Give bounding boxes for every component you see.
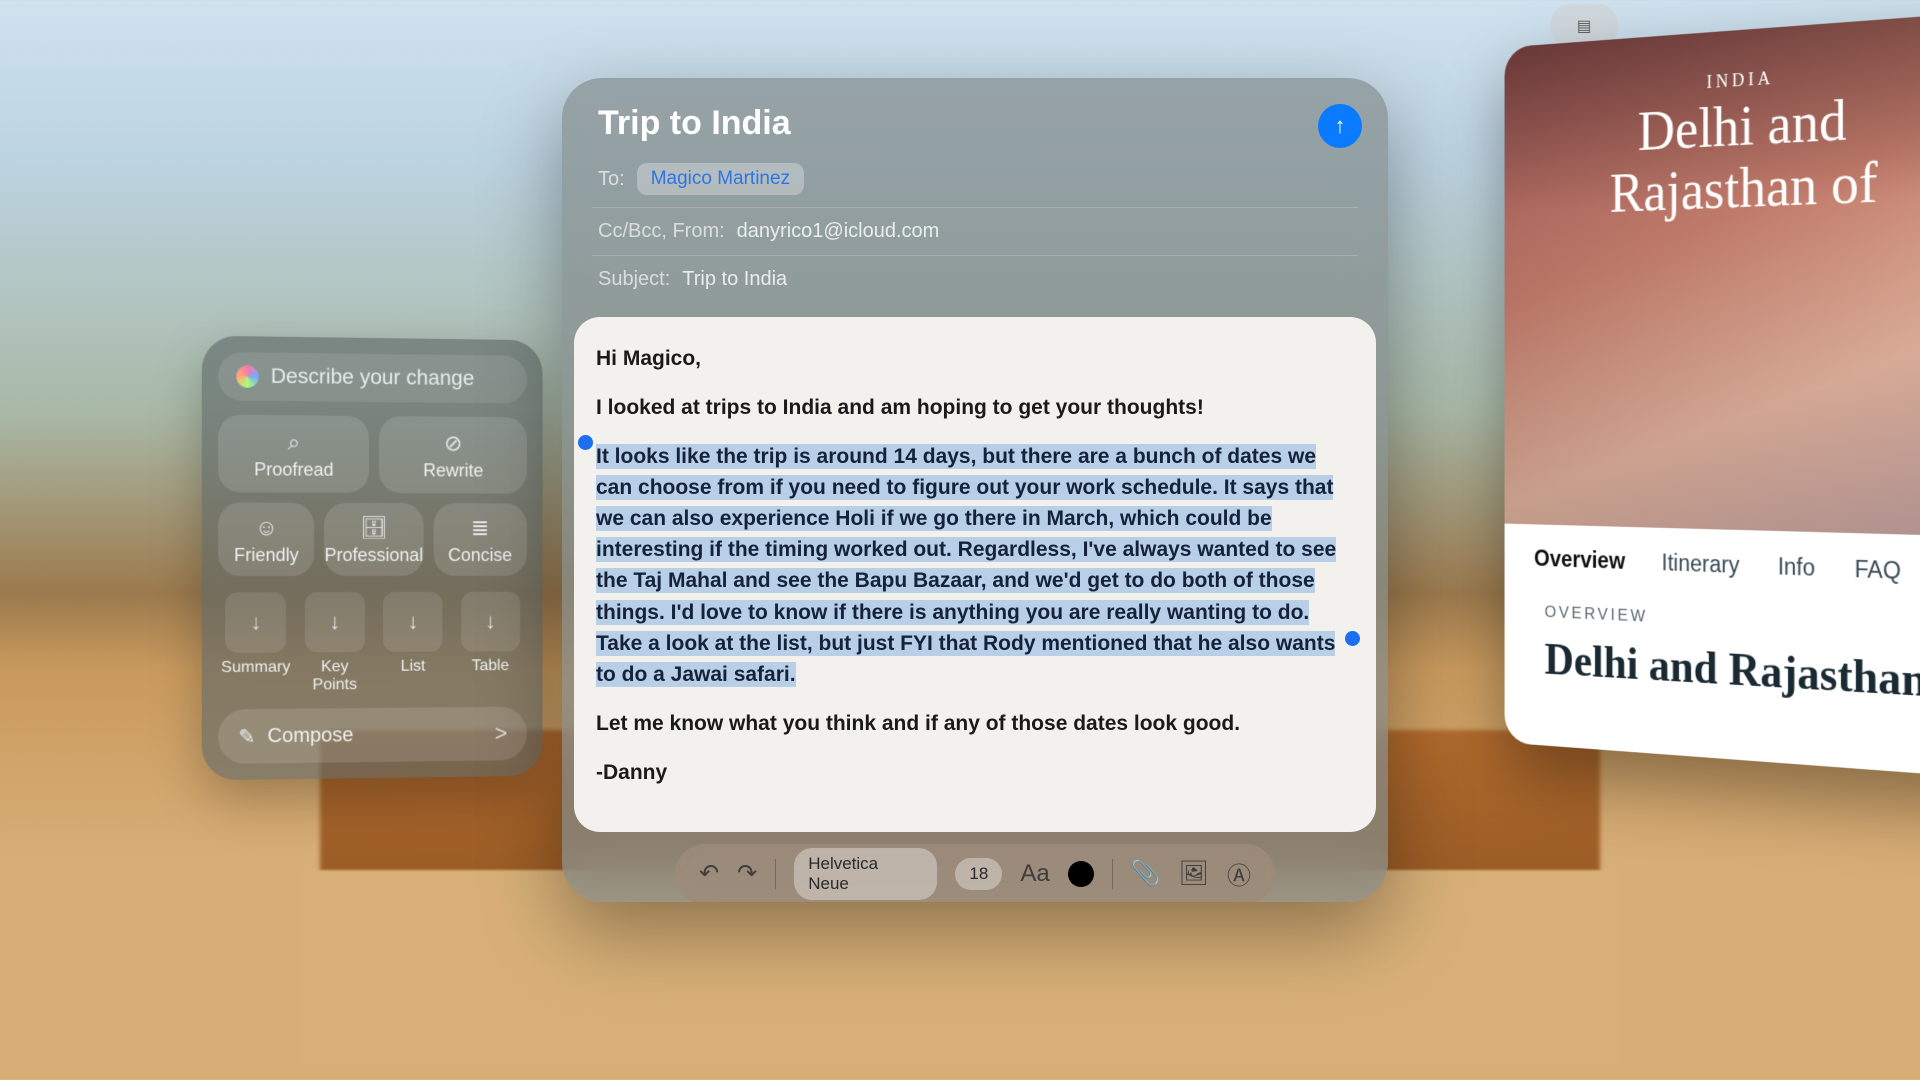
chevron-right-icon: >	[495, 721, 508, 747]
tab-faq[interactable]: FAQ	[1855, 556, 1901, 585]
subject-label: Subject:	[598, 268, 670, 291]
concise-button[interactable]: ≣ Concise	[433, 503, 527, 576]
tab-info[interactable]: Info	[1778, 553, 1815, 582]
mail-compose-window: Trip to India ↑ To: Magico Martinez Cc/B…	[562, 78, 1388, 902]
font-picker[interactable]: Helvetica Neue	[794, 848, 937, 900]
summary-button[interactable]: ↓ Summary	[220, 592, 291, 695]
to-label: To:	[598, 168, 625, 191]
color-swatch[interactable]	[1068, 861, 1094, 887]
describe-placeholder: Describe your change	[271, 365, 475, 391]
tab-overview[interactable]: Overview	[1534, 545, 1625, 574]
selection-handle-start[interactable]	[578, 435, 593, 450]
arrow-down-icon: ↓	[329, 609, 340, 635]
subject-value: Trip to India	[682, 268, 787, 291]
smile-icon: ☺	[218, 515, 314, 541]
arrow-down-icon: ↓	[408, 609, 419, 635]
arrow-down-icon: ↓	[250, 609, 261, 635]
redo-button[interactable]: ↷	[737, 859, 757, 888]
friendly-button[interactable]: ☺ Friendly	[218, 502, 314, 576]
font-size-picker[interactable]: 18	[955, 858, 1002, 890]
describe-change-input[interactable]: Describe your change	[218, 352, 527, 403]
browser-window: INDIA Delhi and Rajasthan of Overview It…	[1505, 11, 1920, 780]
format-toolbar: ↶ ↷ Helvetica Neue 18 Aa 📎 🖼 Ⓐ	[675, 844, 1275, 902]
body-signature: -Danny	[596, 757, 1354, 788]
tab-itinerary[interactable]: Itinerary	[1662, 550, 1740, 579]
intelligence-icon	[236, 365, 258, 387]
hero-title: Delhi and Rajasthan of	[1538, 84, 1920, 228]
attach-button[interactable]: 📎	[1131, 859, 1161, 888]
from-value: danyrico1@icloud.com	[737, 220, 940, 243]
pencil-icon: ✎	[238, 724, 255, 749]
send-button[interactable]: ↑	[1318, 104, 1362, 148]
arrow-down-icon: ↓	[485, 609, 496, 635]
body-greeting: Hi Magico,	[596, 343, 1354, 374]
body-p1: I looked at trips to India and am hoping…	[596, 392, 1354, 423]
writing-tools-panel: Describe your change ⌕ Proofread ⊘ Rewri…	[202, 336, 543, 781]
proofread-button[interactable]: ⌕ Proofread	[218, 415, 369, 493]
body-p2-selected: It looks like the trip is around 14 days…	[596, 444, 1336, 687]
compose-button[interactable]: ✎ Compose >	[218, 707, 527, 764]
subject-row[interactable]: Subject: Trip to India	[562, 256, 1388, 303]
markup-button[interactable]: Ⓐ	[1227, 856, 1251, 891]
mail-title: Trip to India	[598, 104, 1352, 143]
article-title: Delhi and Rajasthan	[1545, 633, 1920, 709]
insert-image-button[interactable]: 🖼	[1179, 859, 1209, 888]
briefcase-icon: 🗄	[325, 515, 424, 541]
selection-handle-end[interactable]	[1345, 631, 1360, 646]
cc-from-row[interactable]: Cc/Bcc, From: danyrico1@icloud.com	[562, 208, 1388, 255]
arrow-up-icon: ↑	[1335, 113, 1346, 139]
table-button[interactable]: ↓ Table	[456, 592, 525, 694]
to-row[interactable]: To: Magico Martinez	[562, 151, 1388, 207]
article-hero: INDIA Delhi and Rajasthan of	[1505, 11, 1920, 537]
keypoints-button[interactable]: ↓ Key Points	[299, 592, 370, 695]
text-style-button[interactable]: Aa	[1020, 860, 1049, 888]
concise-icon: ≣	[433, 515, 527, 541]
article-body: OVERVIEW Delhi and Rajasthan	[1505, 591, 1920, 754]
undo-button[interactable]: ↶	[699, 859, 719, 888]
body-p3: Let me know what you think and if any of…	[596, 708, 1354, 739]
list-button[interactable]: ↓ List	[378, 592, 448, 694]
magnify-icon: ⌕	[218, 429, 369, 456]
professional-button[interactable]: 🗄 Professional	[325, 503, 424, 576]
recipient-chip[interactable]: Magico Martinez	[637, 163, 804, 195]
sidebar-icon: ▤	[1577, 16, 1591, 36]
rewrite-button[interactable]: ⊘ Rewrite	[379, 416, 527, 494]
cc-from-label: Cc/Bcc, From:	[598, 220, 725, 243]
mail-body[interactable]: Hi Magico, I looked at trips to India an…	[574, 317, 1376, 832]
rewrite-icon: ⊘	[379, 430, 527, 457]
